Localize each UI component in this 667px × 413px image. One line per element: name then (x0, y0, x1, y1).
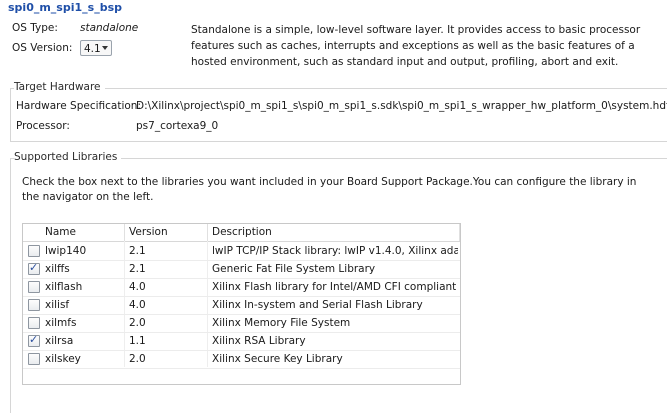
chevron-down-icon (102, 46, 108, 50)
os-type-value: standalone (80, 22, 139, 34)
library-description: Generic Fat File System Library (212, 263, 376, 275)
processor-value: ps7_cortexa9_0 (136, 120, 219, 132)
os-version-select[interactable]: 4.1 (80, 40, 112, 56)
library-description: Xilinx Memory File System (212, 317, 351, 329)
library-name: xilskey (45, 353, 81, 365)
library-description: lwIP TCP/IP Stack library: lwIP v1.4.0, … (212, 245, 458, 257)
library-checkbox[interactable] (28, 317, 40, 329)
table-row[interactable]: ✓ xilrsa 1.1 Xilinx RSA Library (23, 332, 460, 351)
library-description: Xilinx In-system and Serial Flash Librar… (212, 299, 423, 311)
library-name: xilflash (45, 281, 83, 293)
table-header: Name Version Description (23, 224, 460, 242)
supported-libraries-title: Supported Libraries (14, 151, 122, 163)
table-row[interactable]: xilskey 2.0 Xilinx Secure Key Library (23, 350, 460, 369)
os-description: Standalone is a simple, low-level softwa… (191, 24, 641, 68)
library-description: Xilinx RSA Library (212, 335, 306, 347)
library-checkbox[interactable]: ✓ (28, 333, 40, 347)
library-checkbox[interactable] (28, 281, 40, 293)
table-row[interactable]: lwip140 2.1 lwIP TCP/IP Stack library: l… (23, 242, 460, 261)
library-version: 1.1 (129, 335, 146, 347)
os-version-value: 4.1 (84, 43, 101, 55)
table-row[interactable]: ✓ xilffs 2.1 Generic Fat File System Lib… (23, 260, 460, 279)
bsp-title-link[interactable]: spi0_m_spi1_s_bsp (8, 1, 122, 14)
library-version: 2.1 (129, 245, 146, 257)
target-hardware-group (10, 88, 667, 142)
libraries-table[interactable]: Name Version Description lwip140 2.1 lwI… (22, 223, 461, 385)
library-name: xilrsa (45, 335, 74, 347)
table-row[interactable]: xilmfs 2.0 Xilinx Memory File System (23, 314, 460, 333)
table-row[interactable]: xilisf 4.0 Xilinx In-system and Serial F… (23, 296, 460, 315)
processor-label: Processor: (16, 120, 70, 132)
column-header-version[interactable]: Version (129, 224, 168, 241)
library-checkbox[interactable] (28, 353, 40, 365)
library-version: 2.1 (129, 263, 146, 275)
os-type-label: OS Type: (12, 22, 58, 34)
library-name: xilmfs (45, 317, 77, 329)
column-header-description[interactable]: Description (212, 224, 272, 241)
hw-spec-label: Hardware Specification: (16, 100, 141, 112)
library-version: 4.0 (129, 299, 146, 311)
libraries-instructions: Check the box next to the libraries you … (22, 176, 637, 203)
hw-spec-value: D:\Xilinx\project\spi0_m_spi1_s\spi0_m_s… (136, 100, 667, 112)
library-description: Xilinx Flash library for Intel/AMD CFI c… (212, 281, 458, 293)
column-header-name[interactable]: Name (45, 224, 76, 241)
library-version: 2.0 (129, 353, 146, 365)
library-version: 4.0 (129, 281, 146, 293)
os-version-label: OS Version: (12, 42, 73, 54)
checkmark-icon: ✓ (29, 261, 39, 274)
library-name: lwip140 (45, 245, 87, 257)
library-checkbox[interactable] (28, 245, 40, 257)
library-checkbox[interactable] (28, 299, 40, 311)
library-version: 2.0 (129, 317, 146, 329)
library-name: xilffs (45, 263, 70, 275)
library-name: xilisf (45, 299, 70, 311)
checkmark-icon: ✓ (29, 333, 39, 346)
library-checkbox[interactable]: ✓ (28, 261, 40, 275)
table-row[interactable]: xilflash 4.0 Xilinx Flash library for In… (23, 278, 460, 297)
library-description: Xilinx Secure Key Library (212, 353, 343, 365)
target-hardware-title: Target Hardware (14, 81, 105, 93)
